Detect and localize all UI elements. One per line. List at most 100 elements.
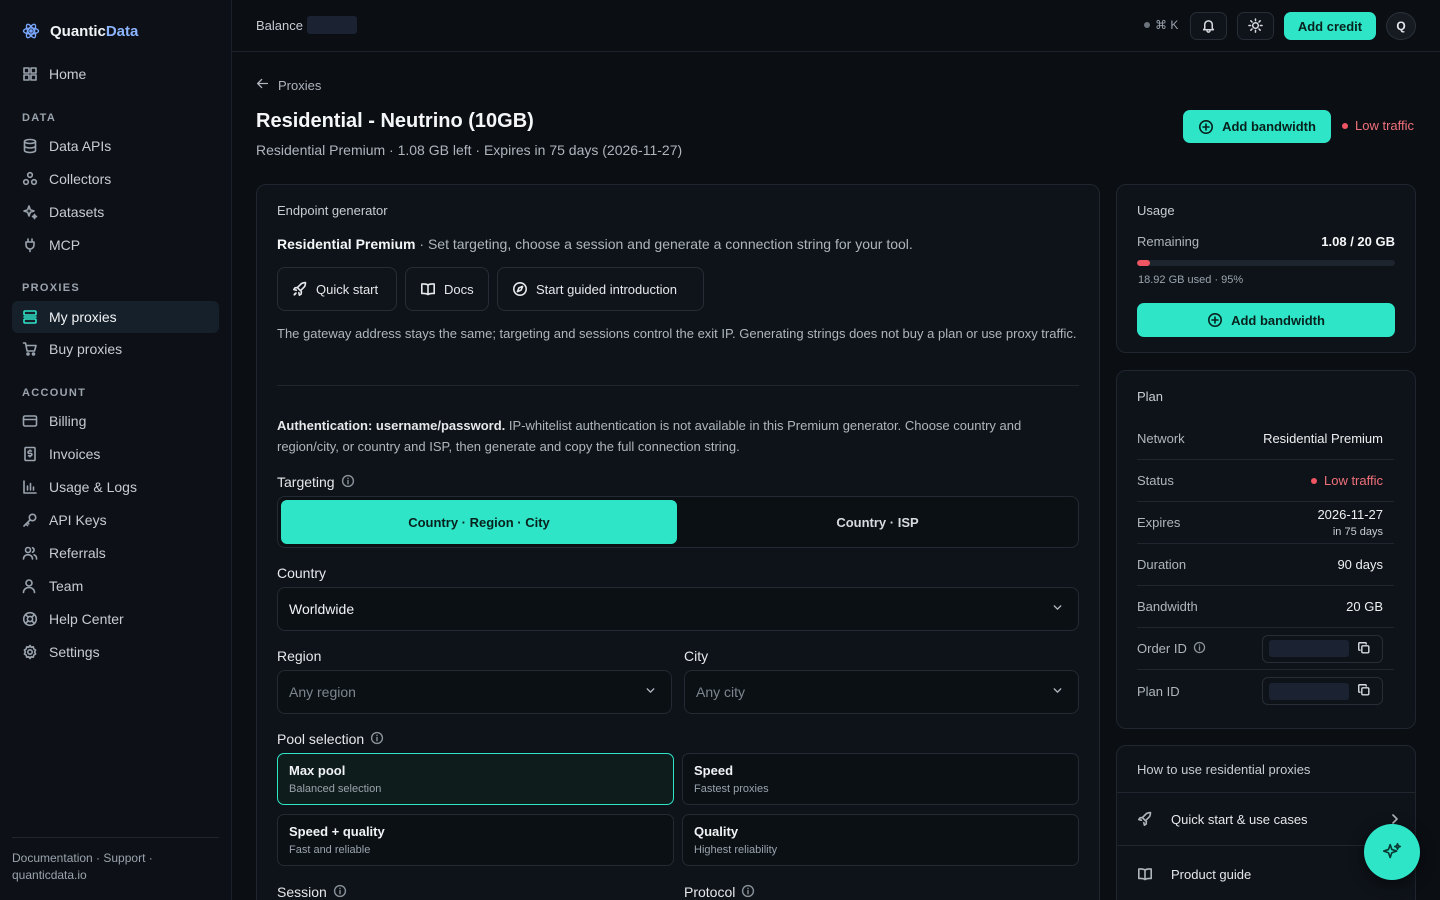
avatar[interactable]: Q <box>1386 12 1416 40</box>
docs-button[interactable]: Docs <box>405 267 489 311</box>
plus-circle-icon <box>1207 312 1223 328</box>
section-label-data: DATA <box>22 112 57 124</box>
targeting-label: Targeting <box>277 474 357 490</box>
footer-links[interactable]: Documentation · Support · <box>12 850 219 867</box>
sidebar-item-my-proxies[interactable]: My proxies <box>12 301 219 333</box>
plan-value: Residential Premium <box>1263 431 1383 446</box>
plan-key: Status <box>1137 473 1174 488</box>
sidebar-item-team[interactable]: Team <box>12 570 219 602</box>
remaining-label: Remaining <box>1137 234 1200 249</box>
status-text: Low traffic <box>1355 118 1415 133</box>
footer-domain[interactable]: quanticdata.io <box>12 867 219 884</box>
help-item-label: Quick start & use cases <box>1171 811 1308 827</box>
plan-row-order-id: Order ID <box>1137 628 1394 670</box>
quick-start-label: Quick start <box>316 281 379 297</box>
city-label: City <box>684 648 709 664</box>
back-label: Proxies <box>278 77 322 93</box>
pool-subtitle: Balanced selection <box>289 783 382 795</box>
brand-name: QuanticData <box>50 22 139 40</box>
plan-key: Order ID <box>1137 641 1209 657</box>
pool-option-speed-quality[interactable]: Speed + quality Fast and reliable <box>277 814 674 866</box>
sidebar-item-label: Settings <box>49 644 100 660</box>
targeting-option-isp[interactable]: Country · ISP <box>679 500 1076 544</box>
sidebar-item-usage-logs[interactable]: Usage & Logs <box>12 471 219 503</box>
add-bandwidth-usage-button[interactable]: Add bandwidth <box>1137 303 1395 337</box>
used-text: 18.92 GB used · 95% <box>1138 274 1244 286</box>
help-item-label: Product guide <box>1171 866 1252 882</box>
balance-value-redacted <box>306 16 357 34</box>
book-icon <box>1137 866 1153 882</box>
balance-label: Balance <box>256 17 303 33</box>
pool-option-speed[interactable]: Speed Fastest proxies <box>682 753 1079 805</box>
intro-text: · Set targeting, choose a session and ge… <box>415 236 913 252</box>
theme-toggle-button[interactable] <box>1237 12 1274 40</box>
database-icon <box>22 138 38 154</box>
sidebar-item-buy-proxies[interactable]: Buy proxies <box>12 333 219 365</box>
status-dot-icon <box>1144 22 1150 28</box>
grid-icon <box>22 66 38 82</box>
info-icon[interactable] <box>1193 641 1209 657</box>
sidebar-item-api-keys[interactable]: API Keys <box>12 504 219 536</box>
copy-icon[interactable] <box>1357 683 1373 699</box>
sidebar-item-invoices[interactable]: Invoices <box>12 438 219 470</box>
sidebar-item-collectors[interactable]: Collectors <box>12 163 219 195</box>
chevron-down-icon <box>1051 684 1067 700</box>
help-title: How to use residential proxies <box>1137 762 1311 777</box>
pool-selection-label: Pool selection <box>277 731 386 747</box>
city-select[interactable]: Any city <box>684 670 1079 714</box>
plan-key: Duration <box>1137 557 1187 572</box>
credit-card-icon <box>22 413 38 429</box>
nodes-icon <box>22 171 38 187</box>
plan-title: Plan <box>1137 389 1164 404</box>
sidebar-item-label: Billing <box>49 413 87 429</box>
add-credit-button[interactable]: Add credit <box>1284 12 1376 40</box>
sparkles-icon <box>1381 841 1403 863</box>
protocol-label-text: Protocol <box>684 884 736 900</box>
pool-option-max-pool[interactable]: Max pool Balanced selection <box>277 753 674 805</box>
expires-relative: in 75 days <box>1332 526 1383 538</box>
sidebar-item-data-apis[interactable]: Data APIs <box>12 130 219 162</box>
brand[interactable]: QuanticData <box>22 22 138 40</box>
pool-title: Speed + quality <box>289 824 385 839</box>
expires-date: 2026-11-27 <box>1317 507 1383 522</box>
country-select[interactable]: Worldwide <box>277 587 1079 631</box>
sidebar-item-help-center[interactable]: Help Center <box>12 603 219 635</box>
auth-bold: Authentication: username/password. <box>277 418 506 433</box>
guided-intro-button[interactable]: Start guided introduction <box>497 267 704 311</box>
targeting-option-region-city[interactable]: Country · Region · City <box>281 500 677 544</box>
notifications-button[interactable] <box>1190 12 1227 40</box>
pool-title: Quality <box>694 824 739 839</box>
sidebar-item-mcp[interactable]: MCP <box>12 229 219 261</box>
info-icon[interactable] <box>341 474 357 490</box>
pool-subtitle: Highest reliability <box>694 844 778 856</box>
sidebar-item-home[interactable]: Home <box>12 58 219 90</box>
sidebar-item-referrals[interactable]: Referrals <box>12 537 219 569</box>
ai-assistant-button[interactable] <box>1364 824 1420 880</box>
back-link[interactable]: Proxies <box>256 77 321 93</box>
gear-icon <box>22 644 38 660</box>
add-bandwidth-header-button[interactable]: Add bandwidth <box>1183 110 1331 143</box>
command-palette-shortcut[interactable]: ⌘ K <box>1144 18 1178 32</box>
sidebar-item-label: Home <box>49 66 87 82</box>
sidebar-item-label: Collectors <box>49 171 112 187</box>
page-subtitle: Residential Premium · 1.08 GB left · Exp… <box>256 142 683 158</box>
sidebar-item-billing[interactable]: Billing <box>12 405 219 437</box>
pool-option-quality[interactable]: Quality Highest reliability <box>682 814 1079 866</box>
rocket-icon <box>292 281 308 297</box>
plan-key: Plan ID <box>1137 683 1180 699</box>
copy-icon[interactable] <box>1357 641 1373 657</box>
users-icon <box>22 545 38 561</box>
auth-note: Authentication: username/password. IP-wh… <box>277 415 1079 457</box>
sidebar-item-datasets[interactable]: Datasets <box>12 196 219 228</box>
info-icon[interactable] <box>333 884 349 900</box>
info-icon[interactable] <box>741 884 757 900</box>
arrow-left-icon <box>256 77 272 93</box>
sidebar-item-label: Data APIs <box>49 138 112 154</box>
plan-key: Bandwidth <box>1137 599 1198 614</box>
quick-start-button[interactable]: Quick start <box>277 267 397 311</box>
book-icon <box>420 281 436 297</box>
region-select[interactable]: Any region <box>277 670 672 714</box>
info-icon[interactable] <box>370 731 386 747</box>
sidebar-item-settings[interactable]: Settings <box>12 636 219 668</box>
sidebar-item-label: Usage & Logs <box>49 479 137 495</box>
